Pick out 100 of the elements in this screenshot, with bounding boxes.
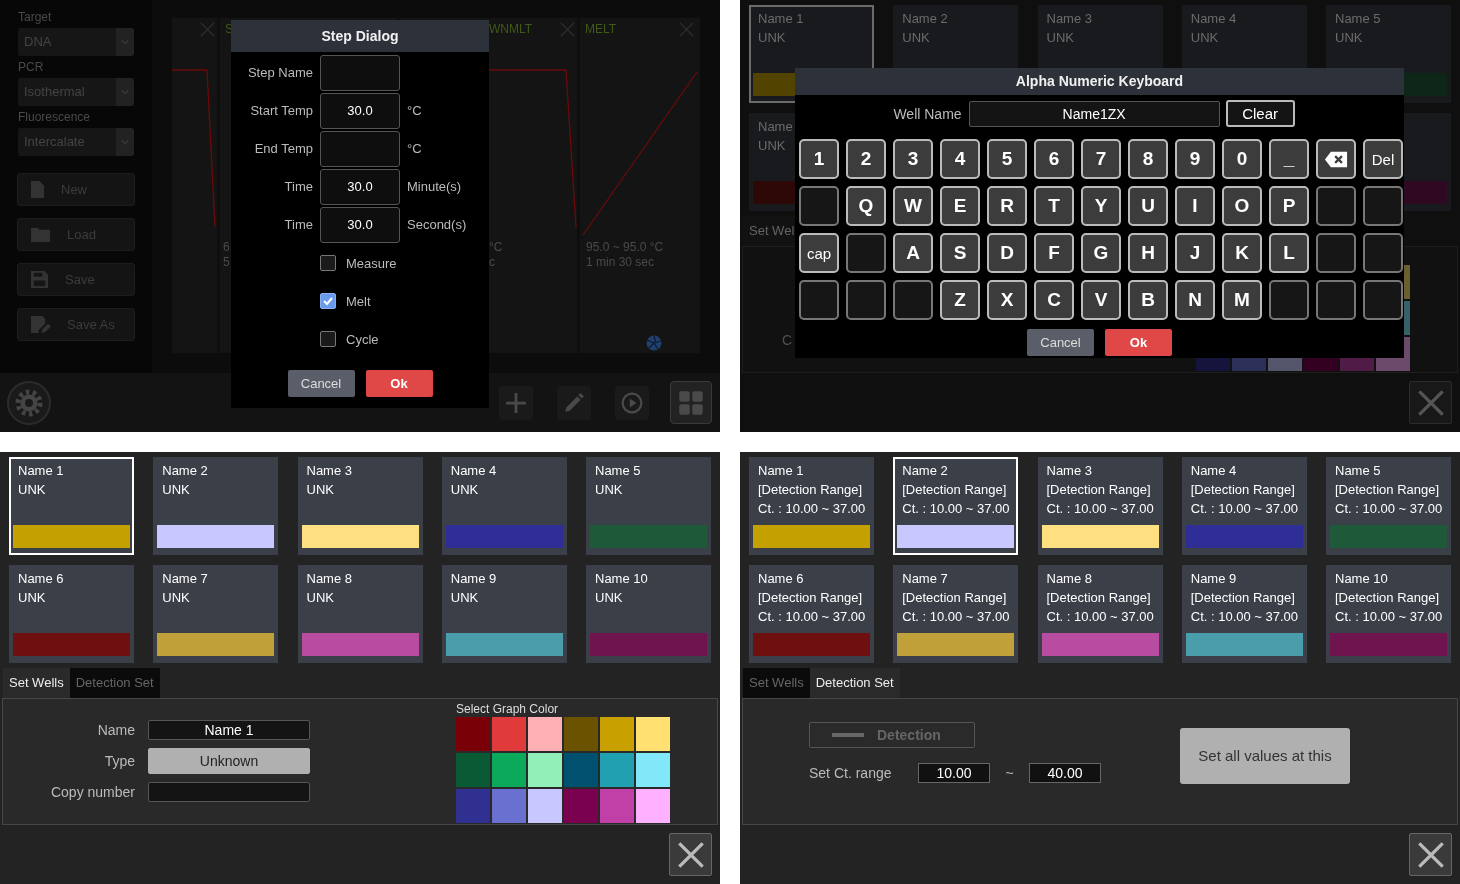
settings-button[interactable]	[7, 380, 51, 425]
key[interactable]: 9	[1175, 139, 1215, 179]
toolbar-button[interactable]	[615, 385, 649, 420]
color-swatch[interactable]	[636, 789, 670, 823]
input-field[interactable]: 10.00	[918, 763, 990, 783]
well-card[interactable]: Name 9 [Detection Range] Ct. : 10.00 ~ 37.00	[1181, 565, 1307, 663]
input-field[interactable]	[320, 55, 400, 91]
key[interactable]: J	[1175, 233, 1215, 273]
key[interactable]: D	[987, 233, 1027, 273]
key[interactable]	[1316, 280, 1356, 320]
cancel-button[interactable]: Cancel	[287, 370, 355, 397]
well-card[interactable]: Name 8 [Detection Range] Ct. : 10.00 ~ 37.00	[1037, 565, 1163, 663]
color-swatch[interactable]	[528, 789, 562, 823]
key[interactable]: 5	[987, 139, 1027, 179]
cancel-button[interactable]: Cancel	[1027, 329, 1094, 356]
ok-button[interactable]: Ok	[1105, 329, 1172, 356]
key[interactable]: 1	[799, 139, 839, 179]
key[interactable]: X	[987, 280, 1027, 320]
close-button[interactable]	[1409, 833, 1452, 876]
well-card[interactable]: Name 6 UNK	[9, 565, 134, 663]
key[interactable]: Q	[846, 186, 886, 226]
key[interactable]: 6	[1034, 139, 1074, 179]
well-card[interactable]: Name 6 [Detection Range] Ct. : 10.00 ~ 37.00	[749, 565, 874, 663]
key[interactable]: T	[1034, 186, 1074, 226]
well-card[interactable]: Name 1 UNK	[9, 457, 134, 555]
well-card[interactable]: Name 9 UNK	[441, 565, 567, 663]
color-swatch[interactable]	[492, 753, 526, 787]
well-card[interactable]: Name 8 UNK	[297, 565, 423, 663]
key[interactable]: 0	[1222, 139, 1262, 179]
dropdown[interactable]: Unknown	[148, 748, 310, 774]
tab[interactable]: Set Wells	[743, 668, 810, 698]
key[interactable]: _	[1269, 139, 1309, 179]
key[interactable]: M	[1222, 280, 1262, 320]
well-card[interactable]: Name 1 [Detection Range] Ct. : 10.00 ~ 37.00	[749, 457, 874, 555]
color-swatch[interactable]	[636, 753, 670, 787]
color-swatch[interactable]	[492, 717, 526, 751]
key[interactable]: N	[1175, 280, 1215, 320]
color-swatch[interactable]	[600, 753, 634, 787]
key[interactable]	[1363, 233, 1403, 273]
input-field[interactable]: 30.0	[320, 93, 400, 129]
key[interactable]	[1269, 280, 1309, 320]
color-swatch[interactable]	[492, 789, 526, 823]
ok-button[interactable]: Ok	[365, 370, 433, 397]
key[interactable]	[799, 280, 839, 320]
well-card[interactable]: Name 7 [Detection Range] Ct. : 10.00 ~ 37.00	[893, 565, 1019, 663]
key[interactable]	[1316, 233, 1356, 273]
color-swatch[interactable]	[456, 789, 490, 823]
key[interactable]: G	[1081, 233, 1121, 273]
input-field[interactable]: 40.00	[1029, 763, 1101, 783]
color-swatch[interactable]	[636, 717, 670, 751]
key[interactable]: V	[1081, 280, 1121, 320]
toolbar-button[interactable]	[557, 385, 591, 420]
input-field[interactable]: 30.0	[320, 207, 400, 243]
well-card[interactable]: Name 7 UNK	[153, 565, 279, 663]
key[interactable]: Del	[1363, 139, 1403, 179]
key[interactable]	[799, 186, 839, 226]
checkbox[interactable]	[320, 255, 336, 271]
color-swatch[interactable]	[600, 789, 634, 823]
key[interactable]: L	[1269, 233, 1309, 273]
key[interactable]: I	[1175, 186, 1215, 226]
input-field[interactable]: Name1ZX	[968, 100, 1220, 127]
key[interactable]: H	[1128, 233, 1168, 273]
well-card[interactable]: Name 10 UNK	[586, 565, 711, 663]
key[interactable]: Y	[1081, 186, 1121, 226]
key[interactable]: U	[1128, 186, 1168, 226]
key[interactable]: cap	[799, 233, 839, 273]
key[interactable]: 4	[940, 139, 980, 179]
well-card[interactable]: Name 5 UNK	[586, 457, 711, 555]
well-card[interactable]: Name 3 UNK	[297, 457, 423, 555]
well-card[interactable]: Name 2 [Detection Range] Ct. : 10.00 ~ 37.00	[893, 457, 1019, 555]
tab[interactable]: Detection Set	[809, 668, 900, 698]
well-card[interactable]: Name 4 UNK	[441, 457, 567, 555]
key[interactable]: E	[940, 186, 980, 226]
key[interactable]: R	[987, 186, 1027, 226]
well-card[interactable]: Name 2 UNK	[153, 457, 279, 555]
key[interactable]: Z	[940, 280, 980, 320]
key[interactable]	[893, 280, 933, 320]
apply-button[interactable]: Set all values at this	[1180, 728, 1350, 784]
key[interactable]: W	[893, 186, 933, 226]
key[interactable]	[846, 233, 886, 273]
tab[interactable]: Set Wells	[3, 668, 70, 698]
input-field[interactable]: Name 1	[148, 720, 310, 740]
key[interactable]: K	[1222, 233, 1262, 273]
key[interactable]: F	[1034, 233, 1074, 273]
color-swatch[interactable]	[564, 717, 598, 751]
key[interactable]: O	[1222, 186, 1262, 226]
backspace-key[interactable]	[1316, 139, 1356, 179]
checkbox[interactable]	[320, 293, 336, 309]
color-swatch[interactable]	[456, 753, 490, 787]
toolbar-button[interactable]	[499, 385, 533, 420]
key[interactable]: 7	[1081, 139, 1121, 179]
key[interactable]	[1363, 186, 1403, 226]
key[interactable]: A	[893, 233, 933, 273]
key[interactable]	[1363, 280, 1403, 320]
input-field[interactable]	[320, 131, 400, 167]
color-swatch[interactable]	[600, 717, 634, 751]
key[interactable]: S	[940, 233, 980, 273]
close-button[interactable]	[669, 833, 712, 876]
color-swatch[interactable]	[528, 753, 562, 787]
well-card[interactable]: Name 10 [Detection Range] Ct. : 10.00 ~ 37.00	[1326, 565, 1451, 663]
